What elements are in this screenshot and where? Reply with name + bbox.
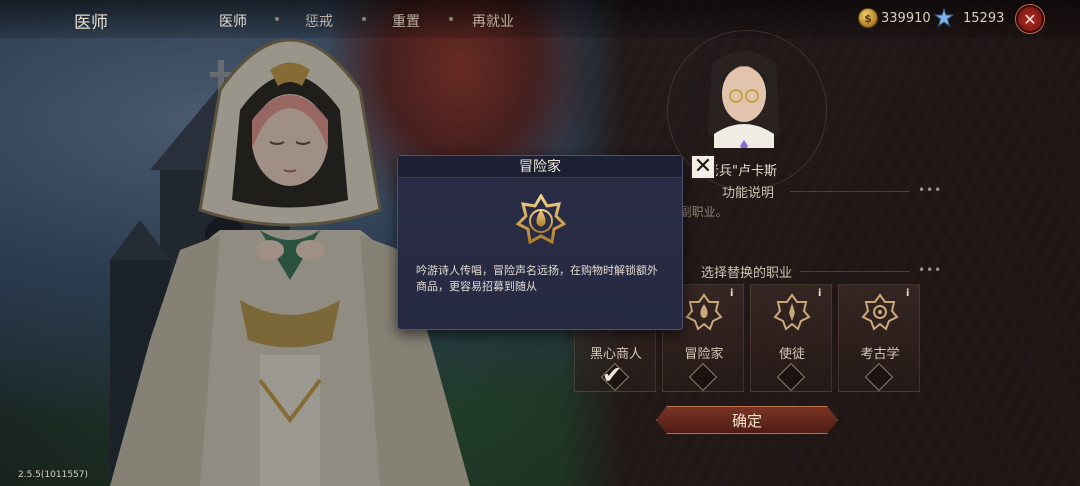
adventurer-emblem-icon <box>685 293 723 331</box>
close-icon: ✕ <box>693 154 713 179</box>
job-label: 黑心商人 <box>589 347 642 362</box>
info-icon[interactable]: i <box>730 288 733 299</box>
job-select-box[interactable] <box>688 362 718 392</box>
adventurer-emblem-icon <box>516 194 566 245</box>
gold-counter: $ 339910 <box>858 8 931 28</box>
function-more-dots[interactable]: ••• <box>918 183 942 197</box>
version-label: 2.5.5(1011557) <box>18 470 89 480</box>
replace-section-title: 选择替换的职业 <box>701 266 793 281</box>
job-card-apostle[interactable]: i 使徒 <box>750 284 832 392</box>
job-label: 使徒 <box>778 347 805 362</box>
checkmark-icon: ✔ <box>602 361 623 389</box>
tab-separator <box>449 17 453 21</box>
job-label: 冒险家 <box>684 347 724 362</box>
section-divider <box>790 191 910 192</box>
tab-reemploy[interactable]: 再就业 <box>472 11 514 31</box>
replace-more-dots[interactable]: ••• <box>918 263 942 277</box>
gem-amount: 15293 <box>963 10 1005 26</box>
hero-name: 老兵"卢卡斯 <box>706 164 777 179</box>
job-select-box[interactable] <box>776 362 806 392</box>
top-bar: 医师 医师 惩戒 重置 再就业 $ 339910 15293 ✕ <box>0 0 1080 38</box>
info-icon[interactable]: i <box>818 288 821 299</box>
tab-doctor[interactable]: 医师 <box>219 11 247 31</box>
tab-separator <box>362 17 366 21</box>
tab-separator <box>275 17 279 21</box>
gem-icon <box>934 8 954 28</box>
job-label: 考古学 <box>860 347 900 362</box>
apostle-emblem-icon <box>773 293 811 331</box>
hero-portrait[interactable] <box>702 44 786 152</box>
tooltip-description: 吟游诗人传唱，冒险声名远扬，在购物时解锁额外商品，更容易招募到随从 <box>416 264 658 293</box>
tooltip-close-button[interactable]: ✕ <box>690 154 716 180</box>
page-title: 医师 <box>74 13 108 33</box>
info-icon[interactable]: i <box>906 288 909 299</box>
gold-amount: 339910 <box>881 10 931 26</box>
gem-counter: 15293 <box>934 8 1004 28</box>
section-divider <box>800 271 910 272</box>
tab-reset[interactable]: 重置 <box>392 11 420 31</box>
tab-punish[interactable]: 惩戒 <box>305 11 333 31</box>
close-icon: ✕ <box>1023 9 1037 29</box>
job-tooltip-popup: 冒险家 吟游诗人传唱，冒险声名远扬，在购物时解锁额外商品，更容易招募到随从 <box>397 155 683 330</box>
function-section-title: 功能说明 <box>722 186 775 201</box>
coin-icon: $ <box>858 8 878 28</box>
close-button[interactable]: ✕ <box>1016 5 1044 33</box>
job-select-box[interactable] <box>864 362 894 392</box>
archaeologist-emblem-icon <box>861 293 899 331</box>
confirm-button[interactable]: 确定 <box>656 406 838 434</box>
confirm-label: 确定 <box>731 411 762 430</box>
tooltip-title: 冒险家 <box>398 156 682 178</box>
job-card-archaeologist[interactable]: i 考古学 <box>838 284 920 392</box>
